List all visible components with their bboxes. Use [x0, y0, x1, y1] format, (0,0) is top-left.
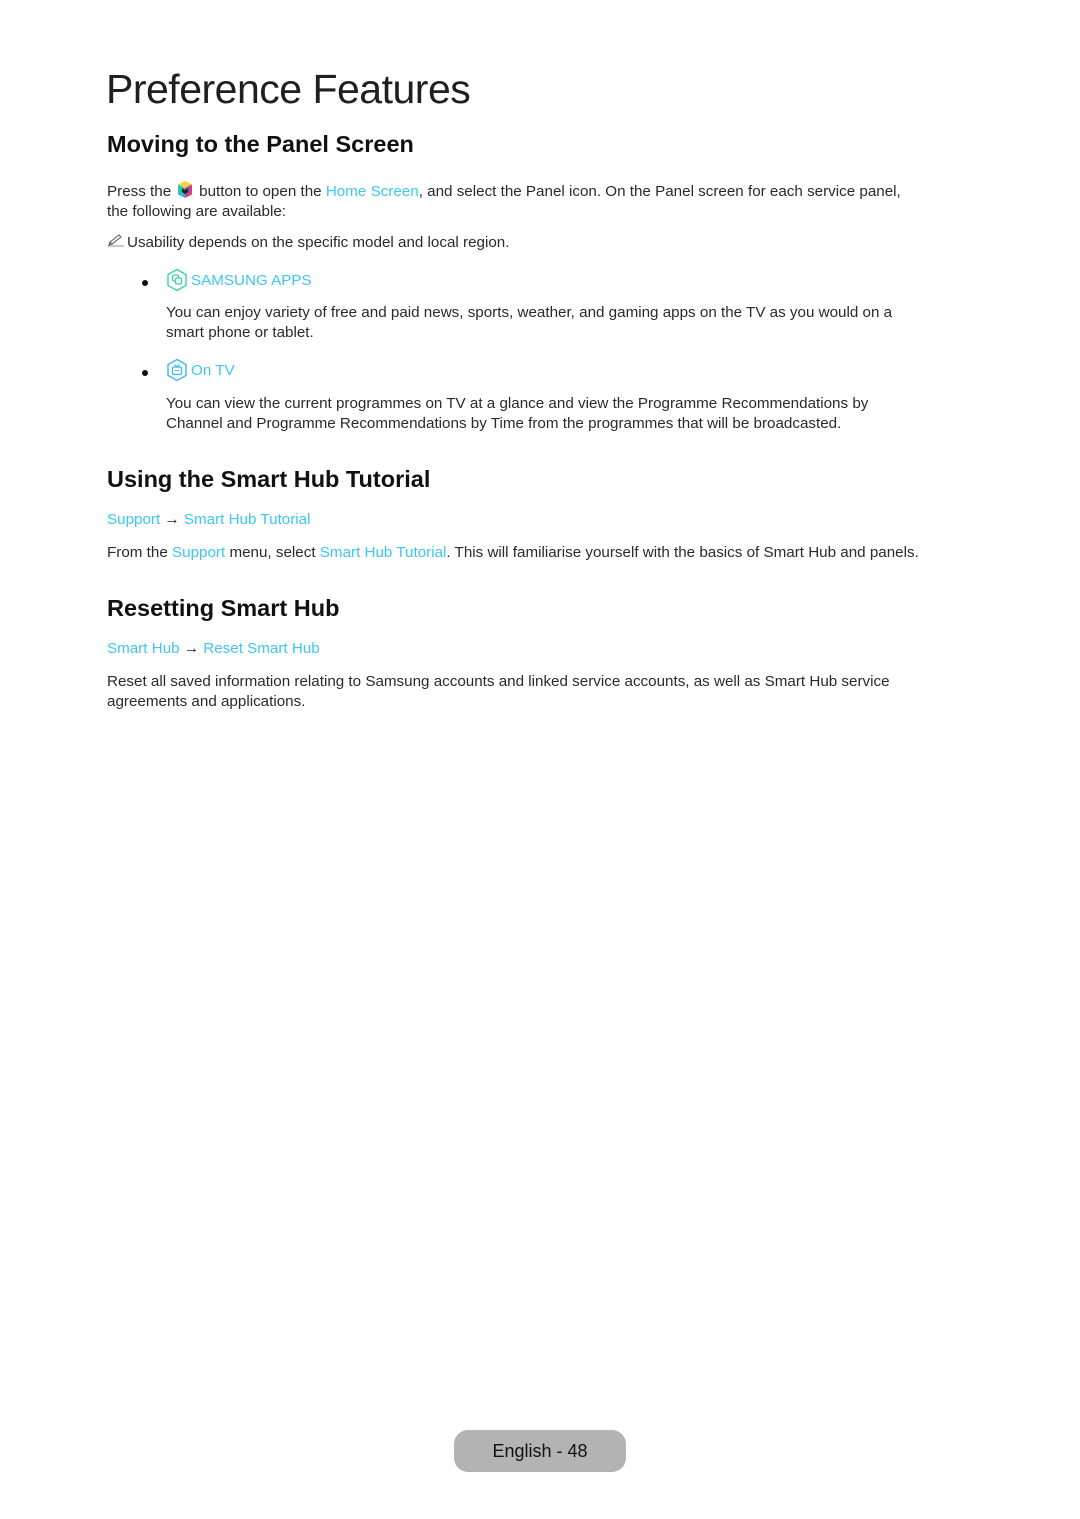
section-heading-resetting-smart-hub: Resetting Smart Hub [107, 595, 340, 621]
pencil-note-icon [107, 233, 127, 253]
samsung-apps-icon [166, 268, 188, 292]
bullet [142, 280, 148, 286]
breadcrumb-smart-hub-tutorial-item[interactable]: Smart Hub Tutorial [184, 511, 311, 528]
smart-hub-tutorial-link[interactable]: Smart Hub Tutorial [320, 544, 447, 561]
note-text: Usability depends on the specific model … [127, 234, 510, 251]
body-text: . This will familiarise yourself with th… [446, 544, 919, 561]
samsung-apps-label: SAMSUNG APPS [191, 271, 312, 289]
panel-screen-intro: Press the button to open the Home Screen… [107, 180, 987, 222]
breadcrumb-smart-hub-tutorial: Support → Smart Hub Tutorial [107, 511, 310, 528]
reset-smart-hub-body: Reset all saved information relating to … [107, 672, 987, 712]
intro-text-1: Press the [107, 183, 172, 200]
body-line: agreements and applications. [107, 693, 306, 710]
section-heading-panel-screen: Moving to the Panel Screen [107, 131, 414, 157]
breadcrumb-reset-smart-hub-item[interactable]: Reset Smart Hub [203, 640, 319, 657]
intro-text-line2: the following are available: [107, 203, 286, 220]
home-screen-link[interactable]: Home Screen [326, 183, 419, 200]
body-line: Reset all saved information relating to … [107, 673, 890, 690]
desc-line: You can enjoy variety of free and paid n… [166, 304, 893, 321]
on-tv-title[interactable]: On TV [166, 358, 235, 382]
breadcrumb-support[interactable]: Support [107, 511, 160, 528]
body-text: From the [107, 544, 168, 561]
smart-hub-button-icon [177, 180, 193, 199]
breadcrumb-reset-smart-hub: Smart Hub → Reset Smart Hub [107, 640, 320, 657]
desc-line: Channel and Programme Recommendations by… [166, 415, 842, 432]
page-number-badge: English - 48 [454, 1430, 626, 1472]
breadcrumb-smart-hub[interactable]: Smart Hub [107, 640, 180, 657]
intro-text-3: , and select the Panel icon. On the Pane… [418, 183, 901, 200]
samsung-apps-description: You can enjoy variety of free and paid n… [166, 303, 966, 343]
desc-line: smart phone or tablet. [166, 324, 314, 341]
on-tv-description: You can view the current programmes on T… [166, 394, 966, 434]
desc-line: You can view the current programmes on T… [166, 395, 869, 412]
samsung-apps-title[interactable]: SAMSUNG APPS [166, 268, 312, 292]
on-tv-icon [166, 358, 188, 382]
bullet [142, 370, 148, 376]
section-heading-smart-hub-tutorial: Using the Smart Hub Tutorial [107, 466, 431, 492]
on-tv-label: On TV [191, 361, 235, 379]
arrow-icon: → [183, 640, 200, 657]
support-link[interactable]: Support [172, 544, 225, 561]
page-number-label: English - 48 [492, 1440, 588, 1461]
arrow-icon: → [164, 511, 180, 528]
body-text: menu, select [229, 544, 316, 561]
page-title: Preference Features [106, 66, 471, 112]
smart-hub-tutorial-body: From the Support menu, select Smart Hub … [107, 543, 919, 563]
intro-text-2: button to open the [199, 183, 322, 200]
usability-note: Usability depends on the specific model … [107, 233, 509, 253]
